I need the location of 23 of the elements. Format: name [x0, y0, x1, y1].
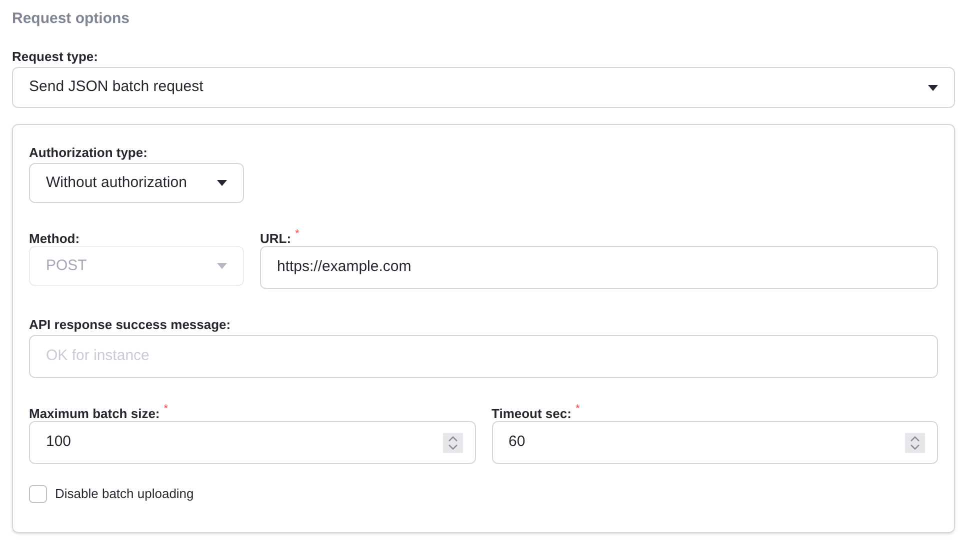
timeout-field[interactable]: 60 [492, 421, 938, 464]
section-title: Request options [12, 9, 131, 29]
required-mark: * [575, 404, 580, 415]
request-type-select[interactable]: Send JSON batch request [12, 67, 955, 108]
field-label: URL: [260, 230, 292, 248]
stepper-icon[interactable] [905, 432, 925, 452]
caret-icon [928, 84, 938, 90]
caret-icon [217, 180, 227, 186]
checkbox-label: Disable batch uploading [55, 485, 194, 503]
caret-icon [217, 263, 227, 269]
checkbox[interactable] [29, 484, 47, 503]
required-mark: * [295, 229, 300, 240]
url-field[interactable]: https://example.com [260, 246, 938, 289]
required-mark: * [164, 404, 168, 415]
field-label: Maximum batch size: [29, 405, 160, 423]
field-label: API response success message: [29, 316, 231, 334]
stepper-icon[interactable] [442, 432, 462, 452]
authorization-type-select[interactable]: Without authorization [29, 163, 244, 203]
field-label: Timeout sec: [492, 405, 572, 423]
field-label: Authorization type: [29, 144, 148, 162]
field-label: Request type: [12, 48, 98, 66]
batch-size-field[interactable]: 100 [29, 421, 476, 464]
field-label: Method: [29, 230, 80, 248]
